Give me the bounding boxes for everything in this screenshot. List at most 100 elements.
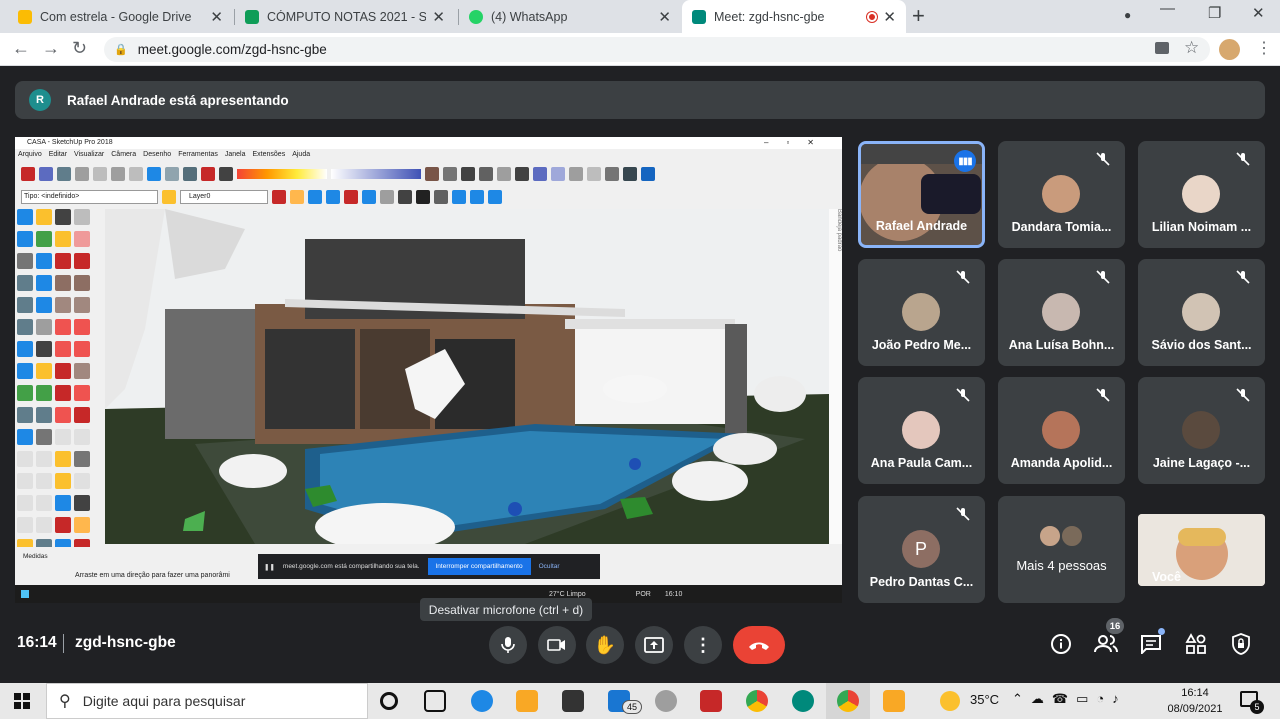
participant-tile[interactable]: Jaine Lagaço -... bbox=[1138, 377, 1265, 484]
close-icon[interactable]: ✕ bbox=[210, 8, 223, 26]
tool-icon[interactable] bbox=[17, 451, 33, 467]
zoom-window-icon[interactable] bbox=[326, 190, 340, 204]
browser-tab[interactable]: Com estrela - Google Drive ✕ bbox=[8, 0, 233, 33]
cortana-icon[interactable] bbox=[380, 692, 398, 710]
reload-icon[interactable]: ↻ bbox=[72, 38, 87, 59]
participant-tile[interactable]: Sávio dos Sant... bbox=[1138, 259, 1265, 366]
menu-item[interactable]: Editar bbox=[49, 149, 67, 160]
chrome-icon[interactable] bbox=[746, 690, 768, 712]
tool-icon[interactable] bbox=[55, 429, 71, 445]
tool-icon[interactable] bbox=[74, 429, 90, 445]
tool-icon[interactable] bbox=[470, 190, 484, 204]
redo-icon[interactable] bbox=[165, 167, 179, 181]
tool-icon[interactable] bbox=[605, 167, 619, 181]
participant-tile[interactable]: Amanda Apolid... bbox=[998, 377, 1125, 484]
zoom-extents-icon[interactable] bbox=[344, 190, 358, 204]
tool-icon[interactable] bbox=[36, 209, 52, 225]
leave-call-button[interactable] bbox=[733, 626, 785, 664]
self-view-tile[interactable]: Você bbox=[1138, 514, 1265, 586]
stop-sharing-button[interactable]: Interromper compartilhamento bbox=[427, 558, 531, 575]
tool-icon[interactable] bbox=[74, 473, 90, 489]
menu-item[interactable]: Ajuda bbox=[292, 149, 310, 160]
tool-icon[interactable] bbox=[17, 473, 33, 489]
tool-icon[interactable] bbox=[201, 167, 215, 181]
tool-icon[interactable] bbox=[55, 363, 71, 379]
browser-tab-active[interactable]: Meet: zgd-hsnc-gbe ✕ bbox=[682, 0, 906, 33]
tool-icon[interactable] bbox=[74, 517, 90, 533]
taskbar-clock[interactable]: 16:14 08/09/2021 bbox=[1166, 685, 1224, 717]
tool-icon[interactable] bbox=[17, 495, 33, 511]
minimize-button[interactable]: — bbox=[1160, 0, 1175, 17]
default-tray-panel[interactable]: Bandeja padrão bbox=[829, 209, 842, 544]
tool-icon[interactable] bbox=[74, 209, 90, 225]
menu-item[interactable]: Arquivo bbox=[18, 149, 42, 160]
participant-tile[interactable]: P Pedro Dantas C... bbox=[858, 496, 985, 603]
menu-item[interactable]: Câmera bbox=[111, 149, 136, 160]
menu-item[interactable]: Extensões bbox=[253, 149, 286, 160]
tool-icon[interactable] bbox=[55, 451, 71, 467]
sketchup-viewport[interactable] bbox=[105, 209, 829, 544]
meeting-info-button[interactable] bbox=[1049, 632, 1073, 656]
profile-avatar[interactable] bbox=[1219, 39, 1240, 60]
menu-kebab-icon[interactable]: ⋮ bbox=[1256, 38, 1272, 58]
tool-icon[interactable] bbox=[497, 167, 511, 181]
tool-icon[interactable] bbox=[36, 341, 52, 357]
tool-icon[interactable] bbox=[362, 190, 376, 204]
present-button[interactable] bbox=[635, 626, 673, 664]
forward-icon[interactable]: → bbox=[42, 38, 60, 59]
address-bar[interactable]: 🔒 meet.google.com/zgd-hsnc-gbe bbox=[104, 37, 1210, 62]
tool-icon[interactable] bbox=[17, 363, 33, 379]
windows-start-icon[interactable] bbox=[14, 693, 30, 709]
tool-icon[interactable] bbox=[55, 341, 71, 357]
orbit-icon[interactable] bbox=[290, 190, 304, 204]
tool-icon[interactable] bbox=[74, 275, 90, 291]
edge-icon[interactable] bbox=[471, 690, 493, 712]
menu-item[interactable]: Janela bbox=[225, 149, 246, 160]
new-tab-button[interactable]: + bbox=[912, 3, 925, 29]
browser-tab[interactable]: CÓMPUTO NOTAS 2021 - SANDRA ✕ bbox=[235, 0, 455, 33]
tool-icon[interactable] bbox=[488, 190, 502, 204]
tool-icon[interactable] bbox=[36, 495, 52, 511]
close-icon[interactable]: ✕ bbox=[658, 8, 671, 26]
tool-icon[interactable] bbox=[17, 429, 33, 445]
layer-dropdown[interactable]: Layer0 bbox=[180, 190, 268, 204]
camera-button[interactable] bbox=[538, 626, 576, 664]
tool-icon[interactable] bbox=[55, 297, 71, 313]
tool-icon[interactable] bbox=[17, 517, 33, 533]
participant-tile[interactable]: Ana Paula Cam... bbox=[858, 377, 985, 484]
star-icon[interactable]: ☆ bbox=[1184, 38, 1199, 58]
tool-icon[interactable] bbox=[36, 253, 52, 269]
camera-icon[interactable] bbox=[1155, 42, 1169, 54]
menu-item[interactable]: Ferramentas bbox=[178, 149, 218, 160]
tab-search-icon[interactable]: ● bbox=[1124, 8, 1131, 22]
app-icon[interactable] bbox=[792, 690, 814, 712]
back-icon[interactable]: ← bbox=[12, 38, 30, 59]
tool-icon[interactable] bbox=[93, 167, 107, 181]
tool-icon[interactable] bbox=[55, 495, 71, 511]
task-view-icon[interactable] bbox=[424, 690, 446, 712]
activities-button[interactable] bbox=[1184, 632, 1208, 656]
participant-tile[interactable]: Ana Luísa Bohn... bbox=[998, 259, 1125, 366]
chat-button[interactable] bbox=[1139, 628, 1165, 656]
store-icon[interactable] bbox=[562, 690, 584, 712]
measurements-box[interactable]: Medidas bbox=[15, 547, 195, 567]
tool-icon[interactable] bbox=[55, 517, 71, 533]
menu-item[interactable]: Desenho bbox=[143, 149, 171, 160]
tool-icon[interactable] bbox=[36, 429, 52, 445]
tool-icon[interactable] bbox=[587, 167, 601, 181]
tool-icon[interactable] bbox=[74, 297, 90, 313]
tool-icon[interactable] bbox=[17, 253, 33, 269]
tool-icon[interactable] bbox=[515, 167, 529, 181]
tool-icon[interactable] bbox=[533, 167, 547, 181]
tool-icon[interactable] bbox=[74, 341, 90, 357]
microphone-button[interactable] bbox=[489, 626, 527, 664]
undo-icon[interactable] bbox=[147, 167, 161, 181]
menu-item[interactable]: Visualizar bbox=[74, 149, 104, 160]
tool-icon[interactable] bbox=[55, 275, 71, 291]
more-people-tile[interactable]: Mais 4 pessoas bbox=[998, 496, 1125, 603]
tool-icon[interactable] bbox=[21, 167, 35, 181]
tool-icon[interactable] bbox=[111, 167, 125, 181]
close-icon[interactable]: ✕ bbox=[432, 8, 445, 26]
chrome-active-icon[interactable] bbox=[837, 690, 859, 712]
tool-icon[interactable] bbox=[569, 167, 583, 181]
